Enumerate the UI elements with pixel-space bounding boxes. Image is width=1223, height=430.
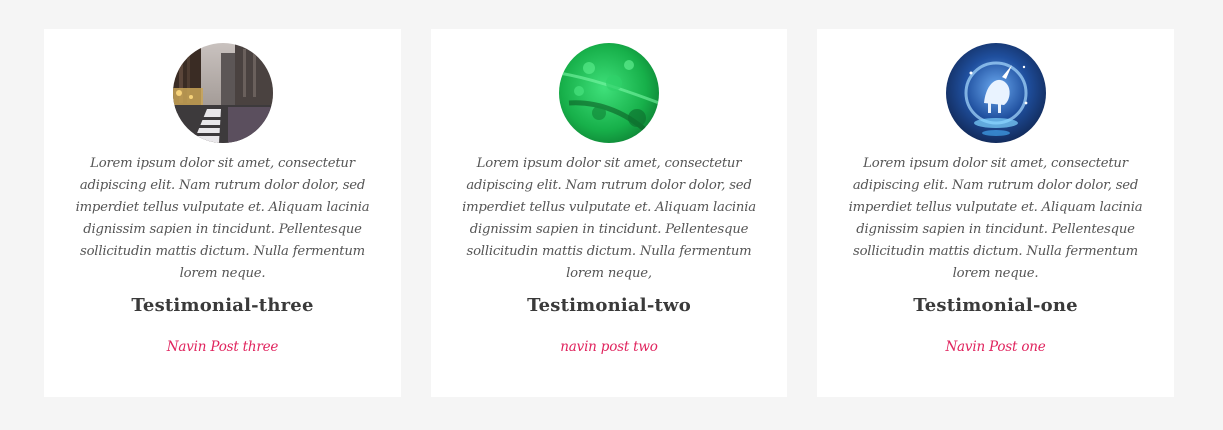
testimonial-card: Lorem ipsum dolor sit amet, consectetur … bbox=[44, 29, 401, 397]
testimonial-card: Lorem ipsum dolor sit amet, consectetur … bbox=[817, 29, 1174, 397]
testimonial-name: Testimonial-three bbox=[131, 295, 314, 316]
testimonial-avatar-fern bbox=[559, 43, 659, 143]
testimonial-role: Navin Post three bbox=[166, 339, 279, 355]
testimonial-avatar-city bbox=[172, 43, 273, 143]
testimonial-quote: Lorem ipsum dolor sit amet, consectetur … bbox=[462, 156, 756, 281]
testimonial-avatar-unicorn bbox=[945, 43, 1046, 143]
testimonial-role: Navin Post one bbox=[945, 339, 1046, 355]
testimonial-card: Lorem ipsum dolor sit amet, consectetur … bbox=[431, 29, 787, 397]
testimonial-quote: Lorem ipsum dolor sit amet, consectetur … bbox=[848, 156, 1143, 281]
testimonials-section: Lorem ipsum dolor sit amet, consectetur … bbox=[0, 0, 1223, 430]
testimonial-name: Testimonial-two bbox=[527, 295, 691, 316]
testimonial-role: navin post two bbox=[560, 339, 658, 355]
testimonial-quote: Lorem ipsum dolor sit amet, consectetur … bbox=[75, 156, 370, 281]
testimonial-name: Testimonial-one bbox=[913, 295, 1078, 316]
